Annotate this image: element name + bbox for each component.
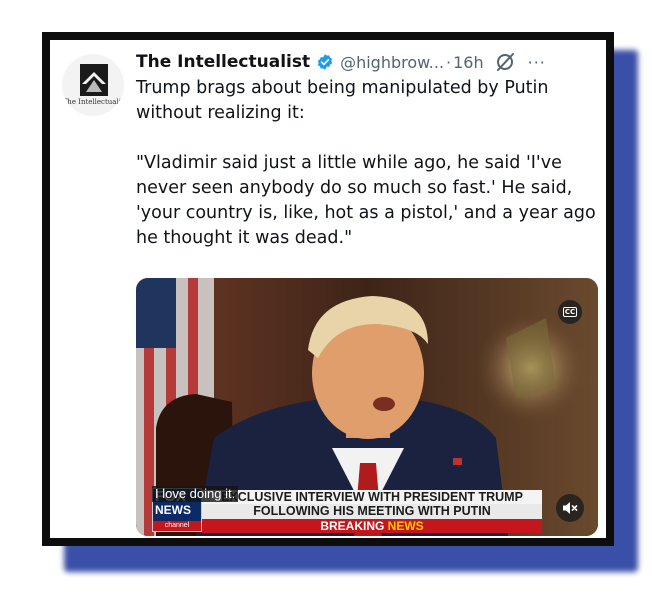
chyron-line-1: EXCLUSIVE INTERVIEW WITH PRESIDENT TRUMP <box>221 490 523 504</box>
breaking-news-bar: BREAKING NEWS <box>202 519 542 533</box>
display-name[interactable]: The Intellectualist <box>136 52 310 72</box>
avatar[interactable]: The Intellectualist <box>62 54 124 116</box>
chyron-headline: EXCLUSIVE INTERVIEW WITH PRESIDENT TRUMP… <box>202 490 542 518</box>
tweet-timestamp[interactable]: 16h <box>453 53 484 72</box>
tweet-card[interactable]: The Intellectualist The Intellectualist … <box>50 40 606 538</box>
verified-badge-icon <box>316 53 334 71</box>
cc-label: CC <box>562 307 578 317</box>
avatar-label: The Intellectualist <box>62 98 124 106</box>
breaking-news-word: NEWS <box>387 519 424 533</box>
tweet-text: Trump brags about being manipulated by P… <box>136 78 596 248</box>
muted-speaker-icon[interactable] <box>556 494 584 522</box>
author-handle[interactable]: @highbrow... <box>340 53 444 72</box>
grok-icon[interactable] <box>494 51 516 73</box>
header-separator: · <box>446 52 452 72</box>
logo-mid-text: NEWS <box>155 503 191 517</box>
closed-captions-icon[interactable]: CC <box>558 300 582 324</box>
more-options-icon[interactable]: ··· <box>528 53 546 72</box>
chyron-line-2: FOLLOWING HIS MEETING WITH PUTIN <box>253 504 491 518</box>
logo-bottom-text: channel <box>153 521 201 531</box>
video-player[interactable]: CC EXCLUSIVE INTERVIEW WITH PRESIDENT TR… <box>136 278 598 536</box>
tweet-header: The Intellectualist @highbrow... · 16h ·… <box>136 48 596 76</box>
video-caption: I love doing it. <box>152 486 239 502</box>
breaking-prefix: BREAKING <box>320 519 388 533</box>
